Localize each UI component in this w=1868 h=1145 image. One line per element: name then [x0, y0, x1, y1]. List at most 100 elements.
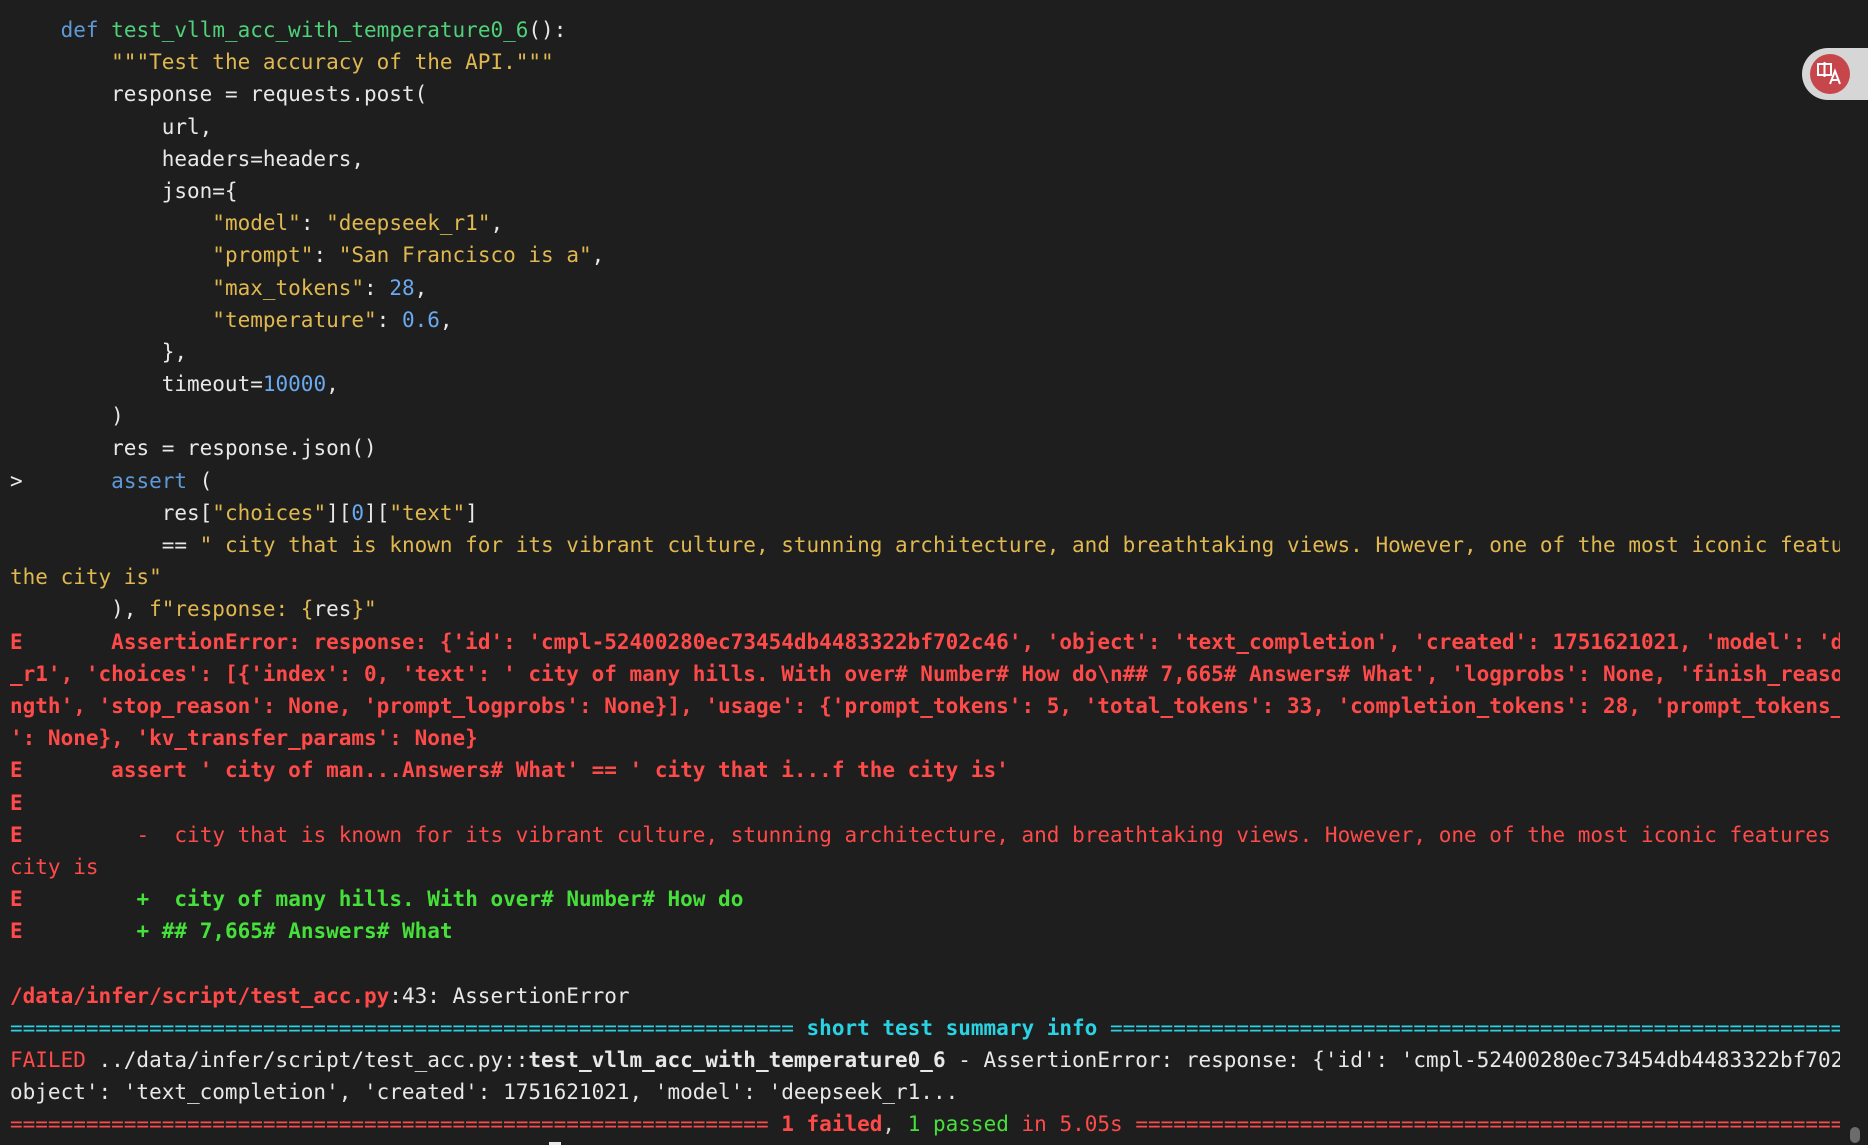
- code-text: res = response.json(): [111, 436, 377, 461]
- failed-line: FAILED ../data/infer/script/test_acc.py:…: [10, 1044, 1840, 1076]
- rule: ========================================…: [1135, 1112, 1840, 1137]
- code-line: == " city that is known for its vibrant …: [10, 529, 1840, 561]
- code-text: ),: [111, 597, 150, 622]
- docstring: """Test the accuracy of the API.""": [111, 50, 554, 75]
- diff-line-minus: E - city that is known for its vibrant c…: [10, 819, 1840, 851]
- failed-test-name: test_vllm_acc_with_temperature0_6: [528, 1048, 946, 1072]
- string: " city that is known for its vibrant cul…: [199, 533, 1840, 557]
- number: 28: [389, 275, 415, 300]
- error-marker: E: [10, 629, 23, 654]
- error-text: AssertionError: response: {'id': 'cmpl-5…: [111, 629, 1840, 654]
- code-text: res[: [161, 500, 213, 525]
- failed-path: ../data/infer/script/test_acc.py::: [85, 1048, 529, 1072]
- error-marker: E: [10, 790, 23, 815]
- failed-detail: object': 'text_completion', 'created': 1…: [10, 1080, 959, 1105]
- code-text: ): [111, 404, 124, 429]
- diff-line-minus: city is: [10, 851, 1840, 883]
- string: "choices": [212, 500, 327, 525]
- keyword: assert: [111, 468, 188, 493]
- code-line-current: > assert (: [10, 465, 1840, 497]
- code-line: the city is": [10, 561, 1840, 593]
- string: f"response: {: [149, 597, 314, 622]
- code-text: ==: [161, 533, 200, 557]
- failed-label: FAILED: [10, 1048, 86, 1072]
- code-line: ), f"response: {res}": [10, 593, 1840, 625]
- translate-glyph: [1817, 62, 1841, 85]
- string: the city is": [10, 565, 162, 590]
- number: 10000: [262, 372, 327, 397]
- code-text: res: [313, 597, 352, 622]
- string: "prompt": [212, 243, 314, 268]
- code-text: ():: [528, 18, 567, 42]
- code-text: ][: [326, 500, 352, 525]
- code-line: url,: [10, 111, 1840, 143]
- rule: ========================================…: [10, 1112, 769, 1137]
- code-line: res["choices"][0]["text"]: [10, 497, 1840, 529]
- string: "deepseek_r1": [326, 211, 491, 236]
- passed-count: 1 passed: [907, 1112, 1009, 1137]
- code-text: },: [161, 339, 188, 364]
- current-line-arrow: >: [10, 468, 23, 493]
- keyword: def: [60, 18, 99, 42]
- diff-prefix: +: [136, 887, 150, 912]
- error-text: ngth', 'stop_reason': None, 'prompt_logp…: [10, 693, 1840, 718]
- diff-text: city of many hills. With over# Number# H…: [174, 887, 744, 912]
- code-line: res = response.json(): [10, 432, 1840, 464]
- code-line: json={: [10, 175, 1840, 207]
- code-text: ][: [364, 500, 390, 525]
- code-line: def test_vllm_acc_with_temperature0_6():: [10, 14, 1840, 46]
- code-line: """Test the accuracy of the API.""": [10, 46, 1840, 78]
- code-line: timeout=10000,: [161, 372, 339, 397]
- diff-text: city is: [10, 854, 99, 879]
- diff-prefix: +: [136, 919, 150, 944]
- code-text: timeout=: [161, 372, 263, 397]
- error-marker: E: [10, 822, 23, 847]
- code-line: response = requests.post(: [10, 78, 1840, 110]
- code-line: "max_tokens": 28,: [212, 275, 428, 300]
- code-text: json={: [161, 178, 238, 203]
- code-text: ]: [465, 500, 478, 525]
- code-line: ): [10, 400, 1840, 432]
- string: "max_tokens": [212, 275, 365, 300]
- error-text: ': None}, 'kv_transfer_params': None}: [10, 726, 478, 751]
- code-line: "temperature": 0.6,: [212, 307, 453, 332]
- summary-header: ========================================…: [10, 1012, 1840, 1044]
- error-line: E: [10, 787, 1840, 819]
- error-line: _r1', 'choices': [{'index': 0, 'text': '…: [10, 658, 1840, 690]
- terminal-output[interactable]: def test_vllm_acc_with_temperature0_6():…: [10, 14, 1840, 1141]
- scrollbar-thumb[interactable]: [1850, 1127, 1860, 1143]
- failed-detail: - AssertionError: response: {'id': 'cmpl…: [945, 1048, 1840, 1072]
- string: "San Francisco is a": [338, 243, 592, 268]
- duration: in 5.05s: [1008, 1112, 1123, 1137]
- separator: ,: [882, 1112, 896, 1137]
- rule: ========================================…: [10, 1015, 794, 1040]
- rule: ========================================…: [1109, 1015, 1840, 1040]
- diff-line-plus: E + ## 7,665# Answers# What: [10, 915, 1840, 947]
- error-text: _r1', 'choices': [{'index': 0, 'text': '…: [10, 661, 1840, 686]
- error-marker: E: [10, 758, 23, 783]
- code-text: headers=headers,: [161, 146, 365, 171]
- code-line: },: [10, 336, 1840, 368]
- string: }": [351, 597, 377, 622]
- code-text: (: [187, 468, 213, 493]
- string: "temperature": [212, 307, 377, 332]
- result-line: ========================================…: [10, 1108, 1840, 1140]
- error-location: /data/infer/script/test_acc.py:43: Asser…: [10, 980, 1840, 1012]
- string: "text": [389, 500, 466, 525]
- file-path: /data/infer/script/test_acc.py: [10, 983, 390, 1008]
- error-line: ngth', 'stop_reason': None, 'prompt_logp…: [10, 690, 1840, 722]
- number: 0: [351, 500, 365, 525]
- code-line: "prompt": "San Francisco is a",: [212, 243, 605, 268]
- number: 0.6: [401, 307, 440, 332]
- diff-text: city that is known for its vibrant cultu…: [174, 822, 1840, 847]
- error-line: ': None}, 'kv_transfer_params': None}: [10, 722, 1840, 754]
- summary-title: short test summary info: [806, 1015, 1098, 1040]
- diff-prefix: -: [136, 822, 150, 847]
- code-text: response = requests.post(: [111, 82, 428, 107]
- translate-button[interactable]: [1802, 48, 1868, 100]
- code-line: headers=headers,: [10, 143, 1840, 175]
- code-text: url,: [161, 114, 213, 139]
- error-line: E AssertionError: response: {'id': 'cmpl…: [10, 626, 1840, 658]
- error-marker: E: [10, 887, 23, 912]
